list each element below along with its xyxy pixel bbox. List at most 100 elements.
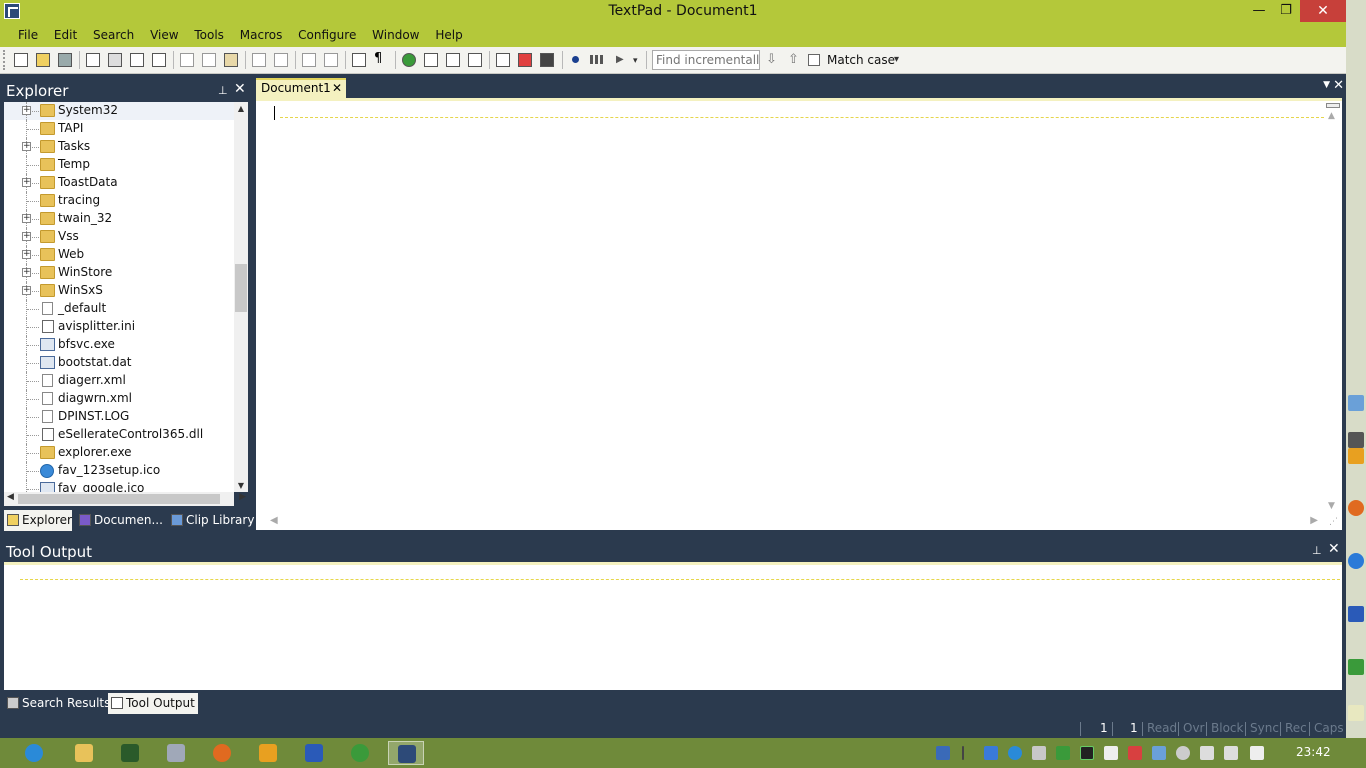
find-icon[interactable]	[496, 53, 510, 67]
tool-output-pin-icon[interactable]: ⊥	[1312, 544, 1322, 557]
tree-item[interactable]: + ToastData	[4, 174, 234, 192]
tray-grid-icon[interactable]	[1104, 746, 1118, 760]
tree-item[interactable]: eSellerateControl365.dll	[4, 426, 234, 444]
tray-network-icon[interactable]	[936, 746, 950, 760]
tray-clock-icon[interactable]	[1176, 746, 1190, 760]
expand-icon[interactable]: +	[22, 250, 31, 259]
taskbar-word[interactable]	[296, 741, 332, 765]
explorer-vertical-scrollbar[interactable]: ▲ ▼	[234, 102, 248, 492]
tree-item[interactable]: + twain_32	[4, 210, 234, 228]
paste-icon[interactable]	[224, 53, 238, 67]
taskbar-media-player[interactable]	[250, 741, 286, 765]
taskbar-file-explorer[interactable]	[66, 741, 102, 765]
expand-icon[interactable]: +	[22, 178, 31, 187]
tree-item[interactable]: avisplitter.ini	[4, 318, 234, 336]
copy-icon[interactable]	[202, 53, 216, 67]
tree-item[interactable]: TAPI	[4, 120, 234, 138]
find-toolbar-overflow-icon[interactable]: ▾	[894, 54, 899, 65]
expand-icon[interactable]: +	[22, 106, 31, 115]
record-macro-icon[interactable]	[572, 56, 579, 63]
explorer-horizontal-scrollbar[interactable]: ◀ ▶	[4, 492, 246, 506]
properties-icon[interactable]	[152, 53, 166, 67]
scroll-up-arrow-icon[interactable]: ▲	[234, 104, 248, 113]
find-incrementally-input[interactable]	[652, 50, 760, 70]
tree-item[interactable]: Temp	[4, 156, 234, 174]
document-list-dropdown-icon[interactable]: ▼	[1323, 80, 1330, 90]
indent-icon[interactable]	[302, 53, 316, 67]
find-next-up-button[interactable]: ⇧	[788, 52, 799, 67]
tab-clip-library[interactable]: Clip Library	[168, 510, 254, 531]
menu-edit[interactable]: Edit	[48, 24, 83, 42]
expand-icon[interactable]: +	[22, 268, 31, 277]
tab-search-results[interactable]: Search Results	[4, 693, 110, 714]
scroll-thumb[interactable]	[18, 494, 220, 504]
menu-file[interactable]: File	[12, 24, 44, 42]
match-case-checkbox[interactable]	[808, 54, 820, 66]
notepad-shortcut-icon[interactable]	[1348, 705, 1364, 721]
find-next-down-button[interactable]: ⇩	[766, 52, 777, 67]
split-handle[interactable]	[1326, 103, 1340, 108]
tree-item[interactable]: bootstat.dat	[4, 354, 234, 372]
network-shortcut-icon[interactable]	[1348, 659, 1364, 675]
tree-item[interactable]: + Web	[4, 246, 234, 264]
tree-item[interactable]: + WinStore	[4, 264, 234, 282]
expand-icon[interactable]: +	[22, 286, 31, 295]
tray-monitor-icon[interactable]	[1080, 746, 1094, 760]
taskbar-clock[interactable]: 23:42	[1296, 745, 1331, 759]
tree-item[interactable]: + WinSxS	[4, 282, 234, 300]
new-file-icon[interactable]	[14, 53, 28, 67]
print-icon[interactable]	[108, 53, 122, 67]
taskbar-virtualbox[interactable]	[158, 741, 194, 765]
tray-battery-icon[interactable]	[1200, 746, 1214, 760]
find-in-files-icon[interactable]	[540, 53, 554, 67]
pilcrow-icon[interactable]: ¶	[374, 51, 388, 66]
folder-shortcut-icon[interactable]	[1348, 395, 1364, 411]
tree-item[interactable]: DPINST.LOG	[4, 408, 234, 426]
tree-item[interactable]: tracing	[4, 192, 234, 210]
compare-icon[interactable]	[468, 53, 482, 67]
web-browser-icon[interactable]	[402, 53, 416, 67]
tray-people-icon[interactable]	[1032, 746, 1046, 760]
minimize-button[interactable]: —	[1245, 0, 1273, 22]
taskbar-video-cutter[interactable]	[112, 741, 148, 765]
restore-button[interactable]: ❐	[1272, 0, 1300, 22]
tray-globe-icon[interactable]	[1056, 746, 1070, 760]
menu-tools[interactable]: Tools	[188, 24, 230, 42]
outdent-icon[interactable]	[324, 53, 338, 67]
editor-horizontal-scrollbar[interactable]: ◀ ▶ ⋰	[256, 514, 1342, 530]
tray-wifi-icon[interactable]	[1224, 746, 1238, 760]
clipboard-icon[interactable]	[86, 53, 100, 67]
media-player-shortcut-icon[interactable]	[1348, 448, 1364, 464]
tab-document1[interactable]: Document1 ✕	[256, 78, 346, 98]
menu-macros[interactable]: Macros	[234, 24, 289, 42]
tree-item[interactable]: bfsvc.exe	[4, 336, 234, 354]
tool-output-content[interactable]	[4, 562, 1342, 690]
close-document-tab-button[interactable]: ✕	[332, 80, 342, 97]
scroll-thumb[interactable]	[235, 264, 247, 312]
tree-item[interactable]: fav_google.ico	[4, 480, 234, 492]
menu-configure[interactable]: Configure	[292, 24, 362, 42]
sort-icon[interactable]	[446, 53, 460, 67]
close-document-area-button[interactable]: ✕	[1333, 78, 1344, 93]
undo-icon[interactable]	[252, 53, 266, 67]
app-shortcut-icon[interactable]	[1348, 432, 1364, 448]
expand-icon[interactable]: +	[22, 232, 31, 241]
taskbar-firefox[interactable]	[204, 741, 240, 765]
scroll-left-arrow-icon[interactable]: ◀	[270, 515, 278, 526]
explorer-close-button[interactable]: ✕	[234, 81, 246, 97]
word-wrap-icon[interactable]	[352, 53, 366, 67]
print-preview-icon[interactable]	[130, 53, 144, 67]
word-shortcut-icon[interactable]	[1348, 606, 1364, 622]
tray-shield-icon[interactable]	[1152, 746, 1166, 760]
redo-icon[interactable]	[274, 53, 288, 67]
tab-tool-output[interactable]: Tool Output	[108, 693, 198, 714]
tree-item[interactable]: diagwrn.xml	[4, 390, 234, 408]
menu-help[interactable]: Help	[429, 24, 468, 42]
close-window-button[interactable]: ✕	[1300, 0, 1346, 22]
scroll-left-arrow-icon[interactable]: ◀	[7, 492, 14, 502]
menu-window[interactable]: Window	[366, 24, 425, 42]
resize-grip-icon[interactable]: ⋰	[1329, 517, 1338, 527]
taskbar-textpad[interactable]	[388, 741, 424, 765]
ie-shortcut-icon[interactable]	[1348, 553, 1364, 569]
spell-check-icon[interactable]	[424, 53, 438, 67]
